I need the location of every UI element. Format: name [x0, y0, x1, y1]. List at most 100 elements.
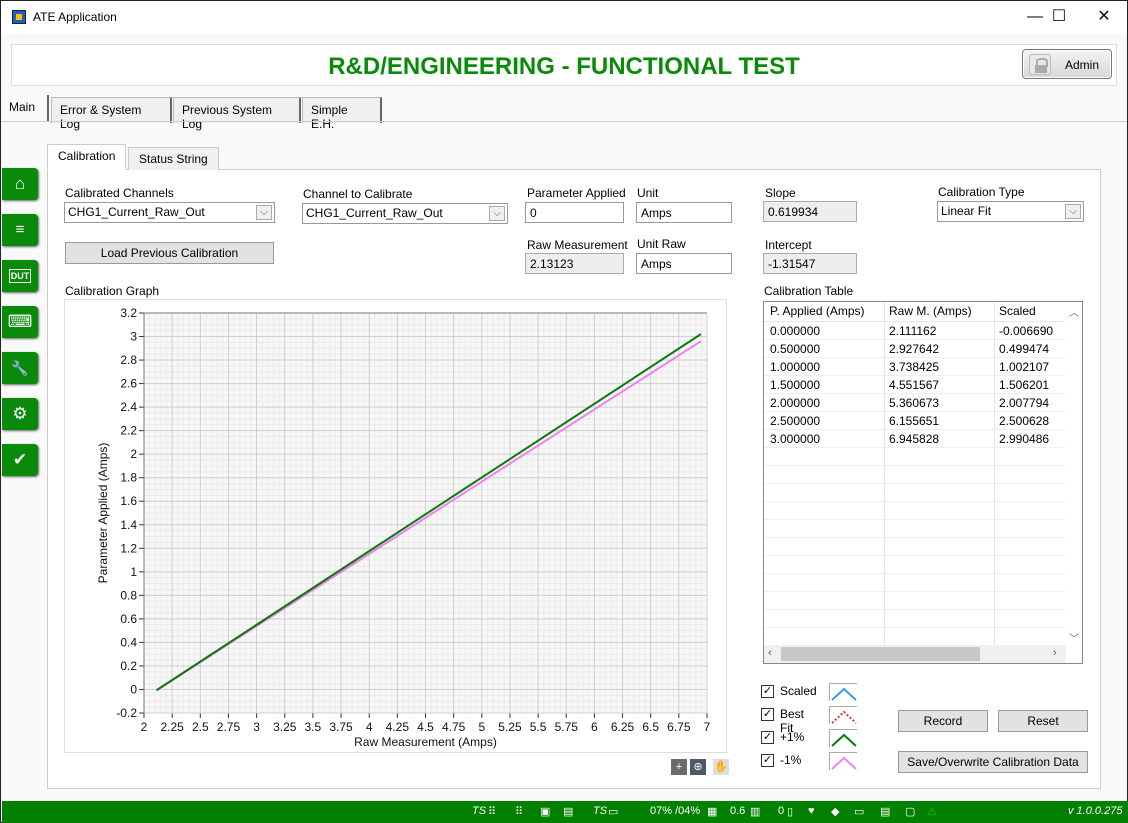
column-header-scaled[interactable]: Scaled [994, 302, 1041, 320]
table-row-empty[interactable] [764, 556, 1066, 574]
unit-input[interactable]: Amps [636, 202, 732, 223]
scrollbar-thumb[interactable] [781, 647, 980, 661]
subtab-status-string[interactable]: Status String [128, 147, 219, 170]
save-calibration-button[interactable]: Save/Overwrite Calibration Data [898, 751, 1088, 773]
table-cell: 1.002107 [999, 360, 1050, 374]
scroll-down-icon[interactable]: ﹀ [1069, 630, 1079, 645]
column-header-p-applied[interactable]: P. Applied (Amps) [765, 302, 870, 320]
calibrated-channels-select[interactable]: CHG1_Current_Raw_Out ⌵ [64, 202, 275, 223]
load-previous-calibration-button[interactable]: Load Previous Calibration [65, 242, 274, 264]
cursor-tool-icon[interactable]: + [671, 759, 687, 775]
scroll-right-icon[interactable]: › [1053, 647, 1057, 659]
table-row-empty[interactable] [764, 538, 1066, 556]
vertical-scrollbar[interactable]: ︿ ﹀ [1065, 302, 1082, 647]
maximize-button[interactable]: ☐ [1036, 4, 1082, 30]
location-tag-icon[interactable]: ♥ [808, 805, 815, 817]
parameter-applied-input[interactable]: 0 [525, 202, 624, 223]
table-row-empty[interactable] [764, 484, 1066, 502]
sidebar-keyboard-button[interactable]: ⌨ [2, 306, 38, 338]
close-button[interactable]: ✕ [1081, 4, 1127, 30]
table-row[interactable]: 3.000000 6.945828 2.990486 [764, 430, 1066, 448]
ts-label: TS [472, 805, 487, 817]
y-tick-label: 2.8 [120, 353, 137, 367]
calibration-table[interactable]: P. Applied (Amps) Raw M. (Amps) Scaled 0… [763, 301, 1083, 664]
x-tick-label: 5.25 [498, 720, 522, 734]
unit-raw-input[interactable]: Amps [636, 253, 732, 274]
scaled-checkbox[interactable]: ✓ [761, 685, 774, 698]
warning-icon[interactable]: ⚠ [927, 805, 937, 818]
reset-button[interactable]: Reset [998, 710, 1088, 732]
tab-previous-system-log[interactable]: Previous System Log [173, 97, 301, 131]
sequence-alt-icon[interactable]: ⠿ [515, 805, 523, 818]
list-window-icon[interactable]: ▤ [880, 805, 890, 818]
edit-window-icon[interactable]: ▤ [563, 805, 573, 818]
intercept-label: Intercept [765, 238, 812, 252]
table-row-empty[interactable] [764, 592, 1066, 610]
x-tick-label: 4 [366, 720, 373, 734]
y-tick-label: 1.2 [120, 541, 137, 555]
scroll-up-icon[interactable]: ︿ [1069, 304, 1079, 319]
tag-icon[interactable]: ◆ [831, 805, 839, 818]
chevron-down-icon: ⌵ [489, 206, 505, 221]
waveform-icon[interactable]: ▭ [608, 805, 618, 818]
calibration-type-select[interactable]: Linear Fit ⌵ [937, 201, 1084, 222]
table-cell: 2.111162 [889, 324, 937, 338]
table-row[interactable]: 1.500000 4.551567 1.506201 [764, 376, 1066, 394]
record-button[interactable]: Record [898, 710, 988, 732]
tab-error-system-log[interactable]: Error & System Log [51, 97, 172, 131]
version-label: v 1.0.0.275 [1068, 805, 1123, 817]
table-row-empty[interactable] [764, 610, 1066, 628]
monitor-waveform-icon[interactable]: ▭ [854, 805, 864, 818]
subtab-calibration[interactable]: Calibration [47, 144, 127, 170]
x-tick-label: 6.25 [611, 720, 635, 734]
table-row-empty[interactable] [764, 466, 1066, 484]
x-tick-label: 4.75 [442, 720, 466, 734]
table-cell: 2.500000 [770, 414, 821, 428]
y-tick-label: 3 [130, 330, 137, 344]
table-cell: 2.500628 [999, 414, 1050, 428]
table-row[interactable]: 2.500000 6.155651 2.500628 [764, 412, 1066, 430]
sidebar-tools-button[interactable]: 🔧 [2, 352, 38, 384]
x-tick-label: 6 [591, 720, 598, 734]
cpu-chip-icon: ▦ [707, 806, 718, 818]
sidebar-monitor-button[interactable]: ⚙ [2, 398, 38, 430]
table-row[interactable]: 1.000000 3.738425 1.002107 [764, 358, 1066, 376]
table-row[interactable]: 0.000000 2.111162 -0.006690 [764, 322, 1066, 340]
plus-1-label: +1% [780, 730, 805, 744]
zoom-tool-icon[interactable]: ⊕ [690, 759, 706, 775]
best-fit-checkbox[interactable]: ✓ [761, 708, 774, 721]
plus-1-checkbox[interactable]: ✓ [761, 731, 774, 744]
admin-button[interactable]: Admin [1022, 49, 1112, 79]
scroll-document-icon[interactable]: ▯ [787, 805, 793, 818]
sidebar-status-button[interactable]: ✔ [2, 444, 38, 476]
table-row-empty[interactable] [764, 628, 1066, 646]
sidebar-dut-button[interactable]: DUT [2, 260, 38, 292]
lock-icon [1029, 54, 1051, 75]
sequence-icon[interactable]: ⠿ [488, 805, 496, 818]
calibration-type-label: Calibration Type [938, 185, 1025, 199]
horizontal-scrollbar[interactable]: ‹ › [764, 645, 1066, 663]
tab-simple-eh[interactable]: Simple E.H. [302, 97, 382, 131]
pan-hand-icon[interactable]: ✋ [713, 759, 729, 775]
table-cell: 2.007794 [999, 396, 1050, 410]
table-row-empty[interactable] [764, 520, 1066, 538]
calibration-graph[interactable]: 2 2.25 2.5 2.75 3 3.25 3.5 3.75 4 4.25 4.5 4.75 5 5.2… [64, 299, 727, 753]
table-row[interactable]: 2.000000 5.360673 2.007794 [764, 394, 1066, 412]
channel-to-calibrate-select[interactable]: CHG1_Current_Raw_Out ⌵ [302, 203, 508, 224]
minus-1-checkbox[interactable]: ✓ [761, 754, 774, 767]
warning-window-icon[interactable]: ▢ [905, 805, 915, 818]
x-tick-label: 3.25 [273, 720, 297, 734]
table-row[interactable]: 0.500000 2.927642 0.499474 [764, 340, 1066, 358]
tab-main[interactable]: Main [1, 95, 49, 121]
sidebar-home-button[interactable]: ⌂ [2, 168, 38, 200]
table-row-empty[interactable] [764, 574, 1066, 592]
table-row-empty[interactable] [764, 502, 1066, 520]
table-row-empty[interactable] [764, 448, 1066, 466]
sidebar-log-button[interactable]: ≡ [2, 214, 38, 246]
raw-measurement-value: 2.13123 [525, 253, 624, 274]
scroll-left-icon[interactable]: ‹ [768, 647, 772, 659]
column-header-raw-m[interactable]: Raw M. (Amps) [884, 302, 977, 320]
search-window-icon[interactable]: ▣ [540, 805, 550, 818]
calibration-type-value: Linear Fit [941, 204, 992, 218]
monitor-settings-icon: ⚙ [12, 404, 28, 423]
